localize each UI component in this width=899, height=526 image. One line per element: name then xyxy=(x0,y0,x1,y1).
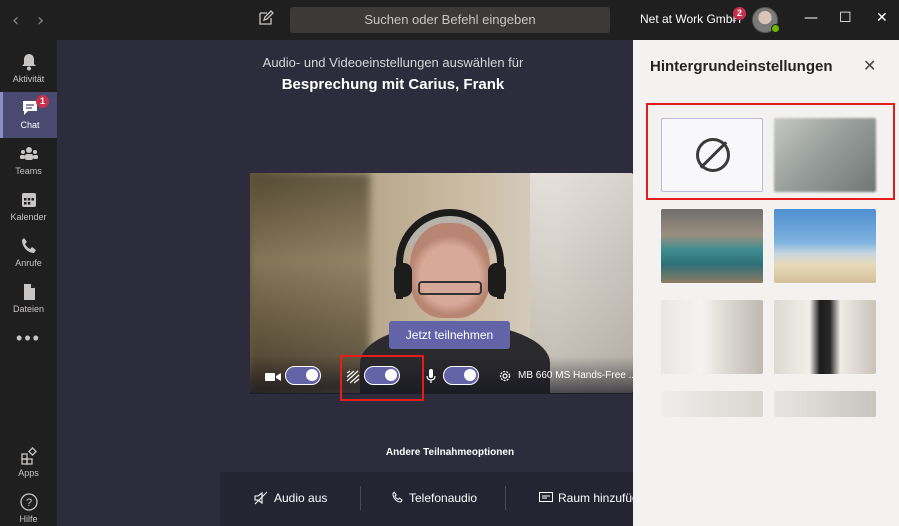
camera-icon xyxy=(265,373,281,381)
rail-item-dateien[interactable]: Dateien xyxy=(0,276,57,322)
title-bar: ‹ › Suchen oder Befehl eingeben Net at W… xyxy=(0,0,899,40)
microphone-icon xyxy=(426,369,436,383)
phone-icon xyxy=(21,238,36,253)
toggle-knob xyxy=(306,369,318,381)
org-name[interactable]: Net at Work GmbH xyxy=(640,12,741,26)
rail-item-teams[interactable]: Teams xyxy=(0,138,57,184)
audio-device-selector[interactable]: MB 660 MS Hands-Free ... xyxy=(518,370,637,381)
maximize-button[interactable]: ☐ xyxy=(839,10,852,26)
app-rail: Aktivität Chat 1 Teams Kalender Anrufe D… xyxy=(0,40,57,526)
rail-label: Teams xyxy=(15,166,42,176)
rail-label: Dateien xyxy=(12,304,45,314)
back-arrow-icon[interactable]: ‹ xyxy=(12,10,19,31)
more-apps-button[interactable]: ••• xyxy=(0,328,57,349)
add-room-option[interactable]: Raum hinzufüg xyxy=(558,491,639,505)
rail-item-hilfe[interactable]: ? Hilfe xyxy=(0,486,57,526)
presence-indicator xyxy=(771,24,780,33)
option-divider xyxy=(505,486,506,510)
video-toggle[interactable] xyxy=(285,366,321,385)
rail-label: Anrufe xyxy=(15,258,42,268)
background-option-room-3[interactable] xyxy=(661,391,763,417)
highlight-box-background-toggle xyxy=(340,355,424,401)
background-option-room-4[interactable] xyxy=(774,391,876,417)
audio-off-option[interactable]: Audio aus xyxy=(274,491,327,505)
rail-label: Chat xyxy=(20,120,40,130)
background-option-office[interactable] xyxy=(661,209,763,283)
background-option-room-1[interactable] xyxy=(661,300,763,374)
rail-item-chat[interactable]: Chat 1 xyxy=(0,92,57,138)
close-panel-button[interactable]: ✕ xyxy=(863,56,876,75)
rail-label: Apps xyxy=(18,468,39,478)
option-divider xyxy=(360,486,361,510)
cast-icon xyxy=(539,492,553,502)
forward-arrow-icon[interactable]: › xyxy=(37,10,44,31)
speaker-off-icon xyxy=(254,491,268,505)
chat-badge: 1 xyxy=(36,95,49,108)
svg-text:?: ? xyxy=(25,497,31,509)
teams-icon xyxy=(19,147,38,160)
notification-badge: 2 xyxy=(733,7,746,20)
rail-label: Hilfe xyxy=(19,514,38,524)
phone-icon xyxy=(392,491,403,503)
apps-icon xyxy=(20,447,37,465)
join-now-button[interactable]: Jetzt teilnehmen xyxy=(389,321,510,349)
highlight-box-background-options xyxy=(646,103,895,200)
rail-item-anrufe[interactable]: Anrufe xyxy=(0,230,57,276)
rail-label: Kalender xyxy=(10,212,47,222)
background-option-room-2[interactable] xyxy=(774,300,876,374)
phone-audio-option[interactable]: Telefonaudio xyxy=(409,491,477,505)
settings-gear-icon[interactable] xyxy=(498,369,512,383)
calendar-icon xyxy=(21,193,36,207)
panel-title: Hintergrundeinstellungen xyxy=(650,58,833,75)
rail-item-kalender[interactable]: Kalender xyxy=(0,184,57,230)
glasses xyxy=(418,281,482,295)
compose-icon[interactable] xyxy=(258,10,274,26)
rail-item-apps[interactable]: Apps xyxy=(0,440,57,486)
close-window-button[interactable]: ✕ xyxy=(876,10,888,26)
search-input[interactable]: Suchen oder Befehl eingeben xyxy=(290,7,610,33)
headphone-ear-left xyxy=(394,263,412,297)
file-icon xyxy=(23,284,35,300)
toggle-knob xyxy=(464,369,476,381)
help-icon: ? xyxy=(19,493,38,511)
minimize-button[interactable]: — xyxy=(804,10,818,26)
headphone-ear-right xyxy=(488,263,506,297)
background-option-beach[interactable] xyxy=(774,209,876,283)
microphone-toggle[interactable] xyxy=(443,366,479,385)
